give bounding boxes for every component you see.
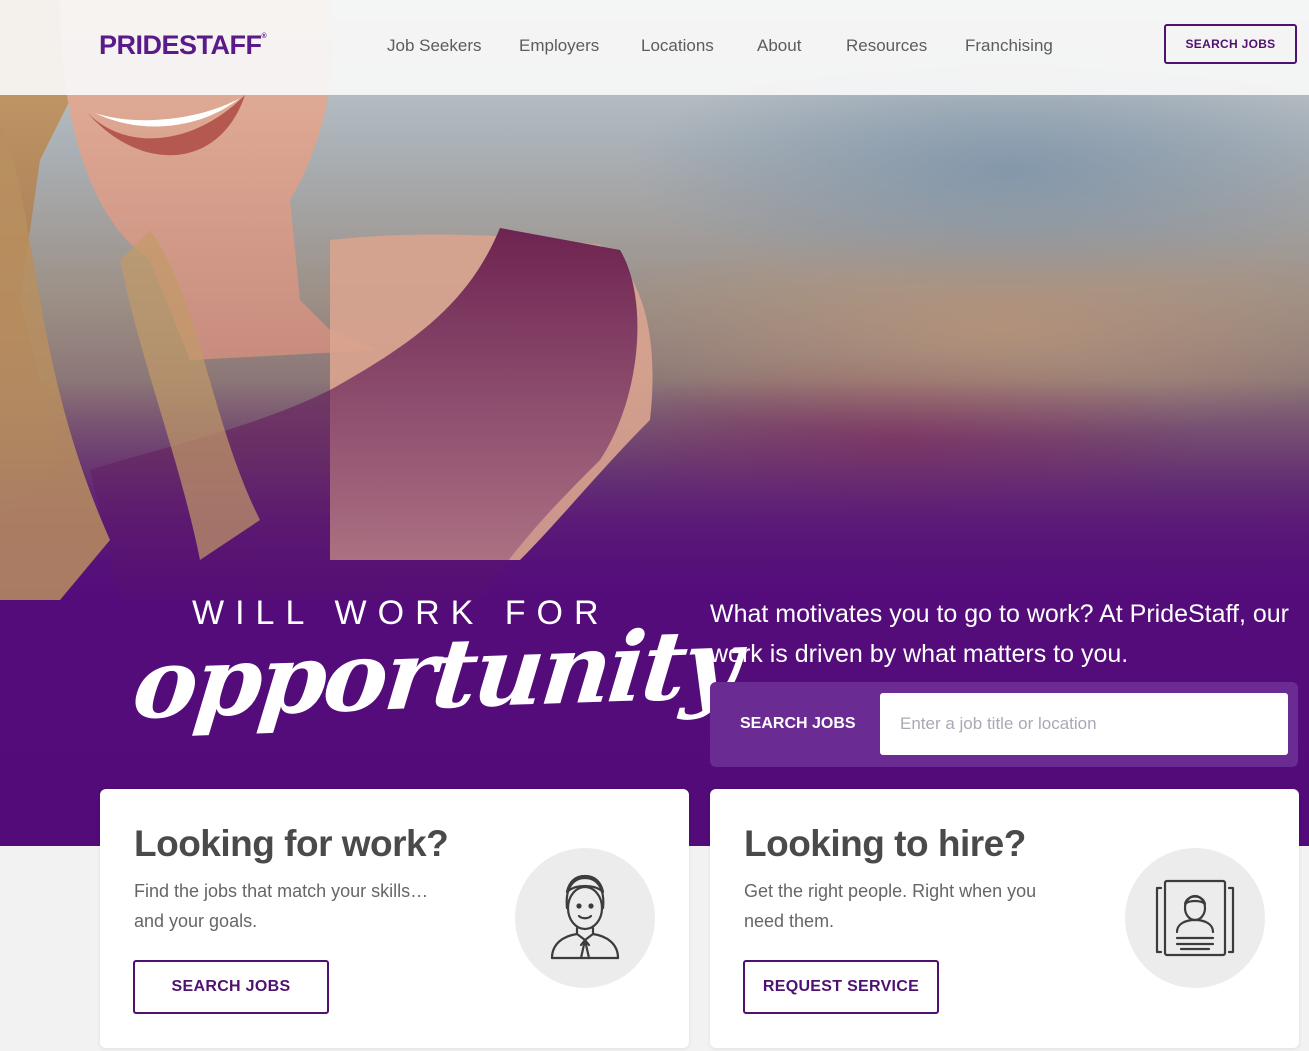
- request-service-button[interactable]: REQUEST SERVICE: [743, 960, 939, 1014]
- job-seeker-icon: [515, 848, 655, 988]
- nav-locations[interactable]: Locations: [641, 36, 714, 56]
- site-header: PRIDESTAFF® Job Seekers Employers Locati…: [0, 0, 1309, 95]
- job-search-input[interactable]: [880, 693, 1288, 755]
- header-search-jobs-button[interactable]: SEARCH JOBS: [1164, 24, 1297, 64]
- card-description: Get the right people. Right when you nee…: [744, 881, 1037, 931]
- pridestaff-logo[interactable]: PRIDESTAFF®: [99, 30, 267, 61]
- job-search-bar: SEARCH JOBS: [710, 682, 1298, 767]
- card-title: Looking for work?: [134, 823, 449, 864]
- nav-franchising[interactable]: Franchising: [965, 36, 1053, 56]
- hero-intro-text: What motivates you to go to work? At Pri…: [710, 600, 1289, 668]
- resume-profile-icon: [1125, 848, 1265, 988]
- looking-to-hire-card: Looking to hire? Get the right people. R…: [710, 789, 1299, 1048]
- hair-strands: [0, 120, 110, 600]
- looking-for-work-card: Looking for work? Find the jobs that mat…: [100, 789, 689, 1048]
- card-description: Find the jobs that match your skills… an…: [134, 881, 429, 931]
- search-jobs-button[interactable]: SEARCH JOBS: [133, 960, 329, 1014]
- card-title: Looking to hire?: [744, 823, 1026, 864]
- search-jobs-label[interactable]: SEARCH JOBS: [740, 715, 856, 733]
- nav-employers[interactable]: Employers: [519, 36, 599, 56]
- nav-resources[interactable]: Resources: [846, 36, 927, 56]
- nav-about[interactable]: About: [757, 36, 801, 56]
- nav-job-seekers[interactable]: Job Seekers: [387, 36, 482, 56]
- tagline-script: opportunity: [128, 607, 743, 741]
